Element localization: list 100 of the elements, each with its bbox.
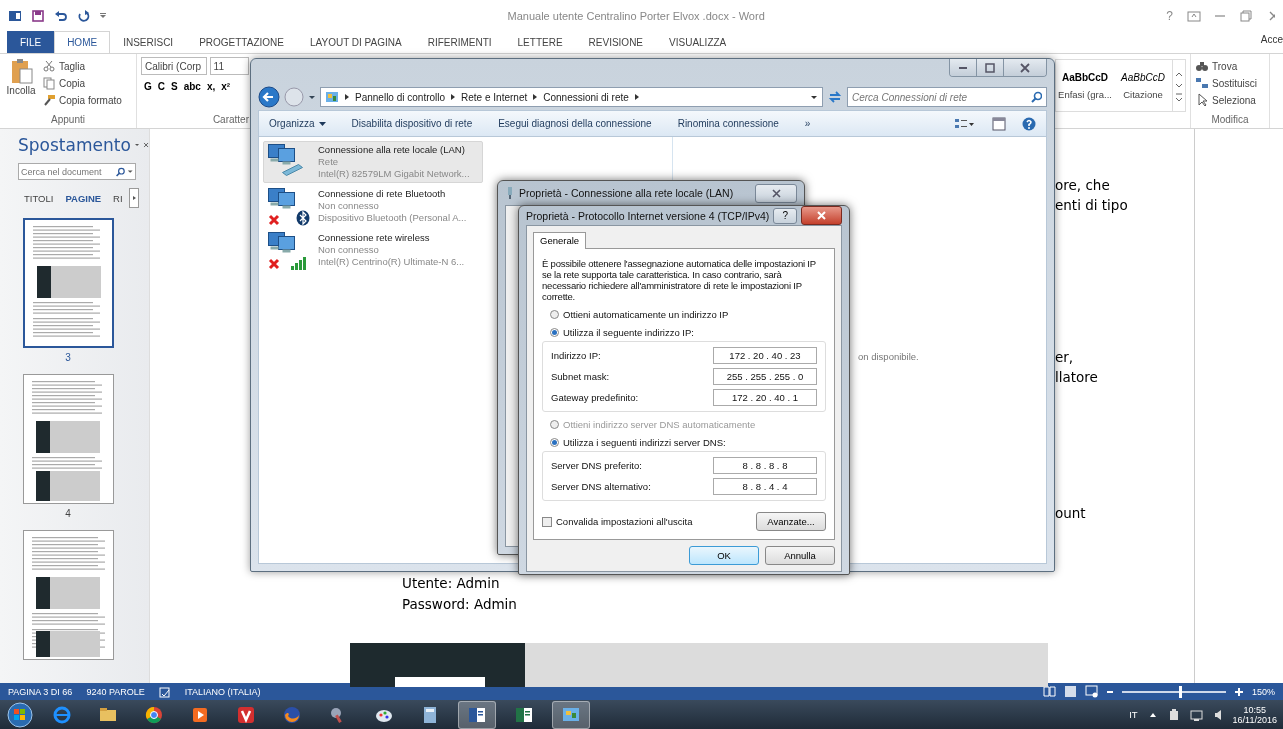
toolbar-command[interactable]: Rinomina connessione: [677, 118, 779, 129]
format-button[interactable]: abc: [180, 81, 204, 92]
field-label: Server DNS alternativo:: [551, 481, 651, 492]
group-label: Modifica: [1210, 114, 1250, 127]
copy-icon: [42, 76, 56, 90]
close-button[interactable]: [755, 183, 797, 203]
ip-address-field[interactable]: 8 . 8 . 8 . 8: [713, 457, 817, 474]
close-icon: [816, 210, 828, 221]
format-button[interactable]: G: [141, 81, 155, 92]
account-name[interactable]: Acce: [1260, 34, 1283, 45]
page-count[interactable]: PAGINA 3 DI 66: [8, 686, 73, 697]
speaker-icon: [1212, 707, 1223, 722]
network-computers-icon: [268, 188, 295, 209]
ip-address-field[interactable]: 172 . 20 . 40 . 23: [713, 347, 817, 364]
radio-option[interactable]: Utilizza i seguenti indirizzi server DNS:: [542, 437, 826, 448]
format-button[interactable]: x²: [218, 81, 234, 92]
search-field[interactable]: Cerca nel document: [21, 166, 113, 177]
connection-item[interactable]: Connessione alla rete locale (LAN) Rete Intel(R) 82579LM Gigabit Network...: [263, 141, 483, 183]
editing-command[interactable]: Trova: [1212, 60, 1238, 72]
field-label: Indirizzo IP:: [551, 350, 601, 361]
ok-button[interactable]: OK: [689, 546, 759, 565]
word-count[interactable]: 9240 PAROLE: [86, 686, 145, 697]
editing-command[interactable]: Seleziona: [1212, 94, 1256, 106]
connection-item[interactable]: Connessione rete wireless Non connesso Intel(R) Centrino(R) Ultimate-N 6...: [263, 229, 473, 271]
connection-device: Intel(R) Centrino(R) Ultimate-N 6...: [318, 256, 465, 268]
clipboard-command[interactable]: Taglia: [59, 60, 86, 72]
clipboard-command[interactable]: Copia formato: [59, 94, 122, 106]
ip-address-field[interactable]: 172 . 20 . 40 . 1: [713, 389, 817, 406]
breadcrumb[interactable]: Pannello di controllo: [355, 91, 446, 103]
paste-button[interactable]: Incolla: [6, 85, 36, 96]
ribbon-tab[interactable]: FILE: [7, 31, 55, 53]
search-bar[interactable]: Cerca Connessioni di rete: [847, 87, 1047, 107]
ribbon-tab[interactable]: PROGETTAZIONE: [186, 31, 297, 53]
format-button[interactable]: x,: [203, 81, 219, 92]
document-text: enti di tipo: [1055, 197, 1128, 213]
group-label: Caratter: [211, 114, 249, 127]
window-title: Manuale utente Centralino Porter Elvox .docx - Word: [506, 9, 766, 22]
customize-icon: [100, 13, 106, 18]
field-label: Server DNS preferito:: [551, 460, 642, 471]
close-button[interactable]: [1004, 59, 1046, 76]
back-button[interactable]: [258, 86, 280, 108]
format-button[interactable]: S: [168, 81, 181, 92]
close-button[interactable]: [801, 206, 842, 225]
radio-option[interactable]: Utilizza il seguente indirizzo IP:: [542, 327, 826, 338]
ribbon-tab[interactable]: LAYOUT DI PAGINA: [296, 31, 415, 53]
ribbon-tab[interactable]: LETTERE: [504, 31, 576, 53]
toolbar-command[interactable]: Esegui diagnosi della connessione: [498, 118, 652, 129]
start-button[interactable]: [6, 700, 34, 729]
ribbon-tab[interactable]: RIFERIMENTI: [414, 31, 505, 53]
taskbar-button[interactable]: [458, 700, 496, 729]
checkbox[interactable]: [542, 516, 552, 527]
toolbar-command[interactable]: »: [804, 118, 811, 129]
radio-button[interactable]: [550, 310, 559, 319]
advanced-button[interactable]: Avanzate...: [756, 512, 826, 531]
font-name-field[interactable]: Calibri (Corp: [141, 57, 207, 75]
search-bar[interactable]: Cerca nel document: [18, 163, 136, 180]
radio-button[interactable]: [550, 438, 559, 447]
toolbar-command[interactable]: Disabilita dispositivo di rete: [351, 118, 473, 129]
pane-title: Spostamento: [18, 135, 131, 155]
connection-name: Connessione di rete Bluetooth: [318, 188, 447, 200]
minimize-button[interactable]: [950, 59, 977, 76]
cancel-button[interactable]: Annulla: [765, 546, 835, 565]
binoculars-icon: [1195, 59, 1209, 73]
dialog-tab[interactable]: Generale: [533, 232, 587, 249]
ribbon-tab[interactable]: HOME: [54, 31, 111, 53]
format-button[interactable]: C: [154, 81, 168, 92]
breadcrumb[interactable]: Connessioni di rete: [543, 91, 629, 103]
ribbon-tab[interactable]: VISUALIZZA: [656, 31, 740, 53]
editing-command[interactable]: Sostituisci: [1212, 77, 1257, 89]
zoom-level[interactable]: 150%: [1251, 686, 1275, 697]
language-status[interactable]: ITALIANO (ITALIA): [184, 686, 261, 697]
radio-option[interactable]: Ottieni automaticamente un indirizzo IP: [542, 309, 826, 320]
input-language[interactable]: IT: [1129, 709, 1138, 720]
chevron-right-icon: [450, 92, 457, 102]
address-bar[interactable]: Pannello di controllo Rete e Internet Connessioni di rete: [320, 87, 823, 107]
pane-tab[interactable]: PAGINE: [59, 190, 108, 206]
help-button[interactable]: ?: [773, 207, 798, 224]
radio-button[interactable]: [550, 328, 559, 337]
style-gallery-item[interactable]: AaBbCcD Enfasi (gra...: [1056, 60, 1114, 111]
pane-tab[interactable]: RI: [107, 190, 129, 206]
restore-icon: [1239, 8, 1253, 23]
ip-address-field[interactable]: 255 . 255 . 255 . 0: [713, 368, 817, 385]
slider-thumb[interactable]: [1179, 685, 1183, 698]
pane-tab[interactable]: TITOLI: [18, 190, 60, 206]
ribbon-tab[interactable]: REVISIONE: [575, 31, 657, 53]
font-size-field[interactable]: 11: [209, 57, 249, 75]
breadcrumb[interactable]: Rete e Internet: [461, 91, 528, 103]
clock[interactable]: 10:55 16/11/2016: [1232, 704, 1277, 725]
connection-item[interactable]: Connessione di rete Bluetooth Non connesso Dispositivo Bluetooth (Personal A...: [263, 185, 473, 227]
clipboard-command[interactable]: Copia: [59, 77, 86, 89]
ip-address-field[interactable]: 8 . 8 . 4 . 4: [713, 478, 817, 495]
checkbox-label[interactable]: Convalida impostazioni all'uscita: [556, 516, 693, 527]
help-button[interactable]: ?: [1166, 8, 1173, 23]
maximize-button[interactable]: [977, 59, 1004, 76]
toolbar-command[interactable]: Organizza: [269, 118, 326, 129]
document-text: ount: [1055, 505, 1087, 521]
network-cable-icon: [505, 186, 515, 200]
style-gallery-item[interactable]: AaBbCcD Citazione: [1114, 60, 1172, 111]
ribbon-tab[interactable]: INSERISCI: [110, 31, 187, 53]
document-text: Utente: Admin: [402, 575, 501, 591]
